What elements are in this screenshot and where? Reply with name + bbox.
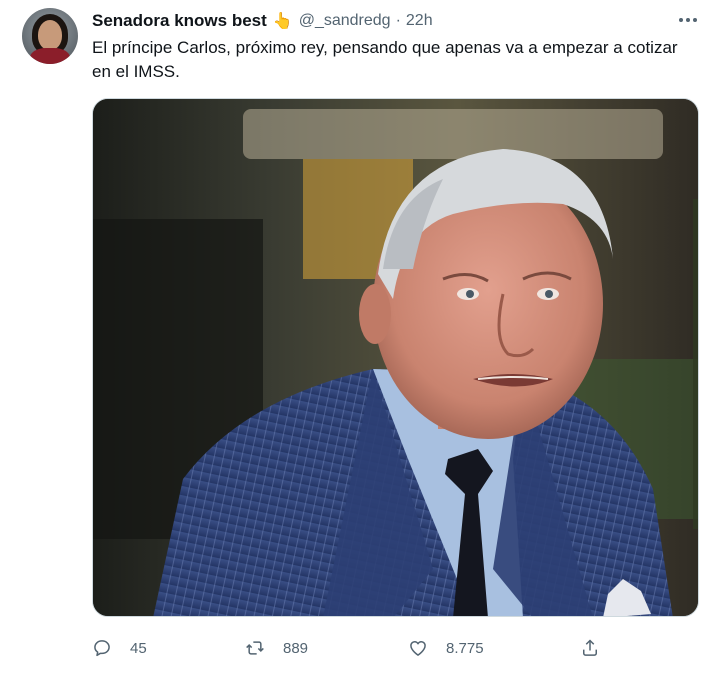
- like-button[interactable]: 8.775: [408, 634, 484, 662]
- share-button[interactable]: [580, 634, 618, 662]
- retweet-count: 889: [283, 639, 309, 657]
- photo-of-man-in-pinstripe-suit: [93, 99, 698, 616]
- tweet-text: El príncipe Carlos, próximo rey, pensand…: [92, 38, 678, 81]
- heart-icon: [410, 641, 426, 656]
- tweet-header: Senadora knows best 👆 @_sandredg · 22h: [92, 10, 433, 32]
- avatar[interactable]: [22, 8, 78, 64]
- separator-dot: ·: [395, 12, 401, 29]
- tweet-actions: 45 889 8.775: [92, 634, 692, 662]
- reply-button[interactable]: 45: [92, 634, 147, 662]
- pointing-up-emoji: 👆: [272, 13, 293, 30]
- retweet-button[interactable]: 889: [245, 634, 308, 662]
- like-count: 8.775: [446, 639, 484, 657]
- share-icon: [583, 639, 597, 656]
- author-name[interactable]: Senadora knows best: [92, 11, 267, 31]
- author-handle[interactable]: @_sandredg: [299, 12, 391, 30]
- retweet-icon: [246, 641, 264, 655]
- more-options-button[interactable]: [676, 10, 700, 30]
- tweet-photo[interactable]: [92, 98, 699, 617]
- reply-count: 45: [130, 639, 147, 657]
- tweet[interactable]: Senadora knows best 👆 @_sandredg · 22h E…: [0, 0, 717, 687]
- more-horizontal-icon: [679, 18, 683, 22]
- timestamp[interactable]: 22h: [406, 12, 433, 30]
- reply-icon: [94, 640, 110, 657]
